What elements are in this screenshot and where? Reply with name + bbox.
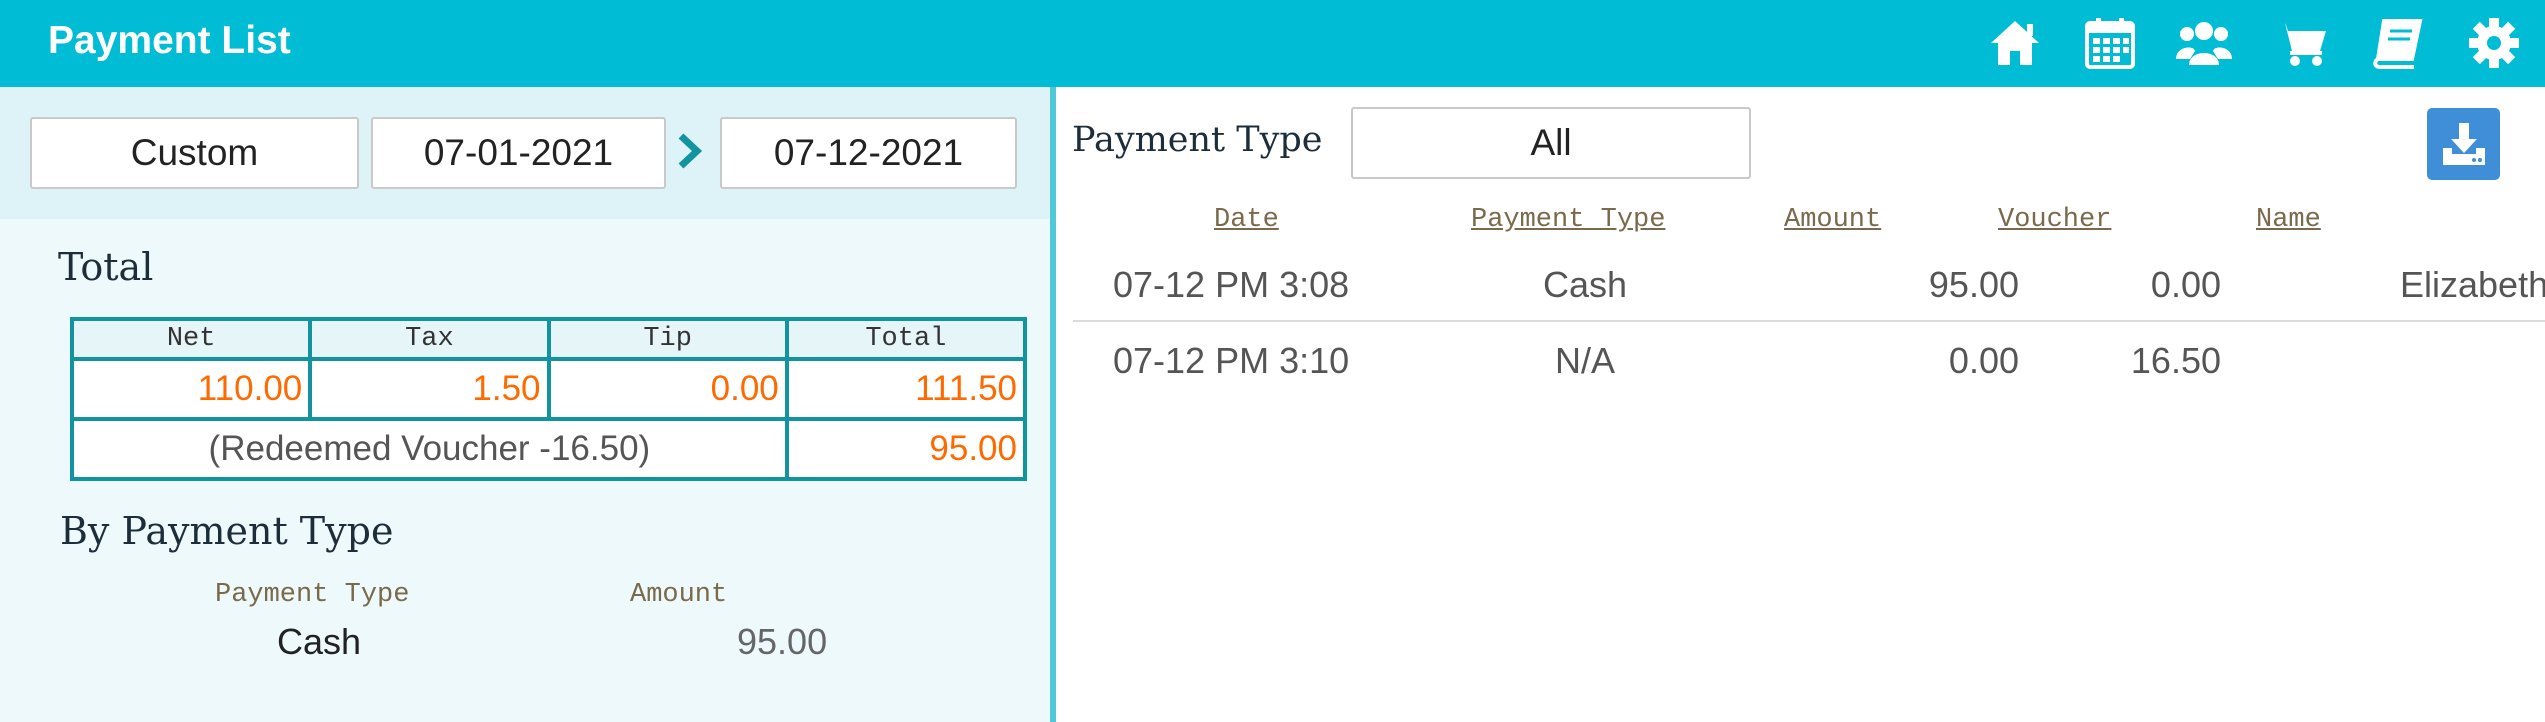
summary-panel: Custom 07-01-2021 07-12-2021 Total Net T… [0,87,1050,722]
amount-column-header[interactable]: Amount [1784,205,1881,235]
app-header: Payment List [0,0,2545,87]
payment-amount: 0.00 [1948,340,2019,381]
tip-value: 0.00 [546,357,789,421]
bpt-amount-value: 95.00 [737,621,828,662]
payments-panel: Payment Type All Date Payment Type Amoun… [1056,87,2545,722]
totals-title: Total [58,245,154,289]
date-column-header[interactable]: Date [1214,205,1279,235]
name-column-header[interactable]: Name [2256,205,2321,235]
book-icon[interactable] [2370,15,2426,71]
payment-type-filter-select[interactable]: All [1351,107,1751,179]
download-icon [2442,123,2485,165]
voucher-note: (Redeemed Voucher -16.50) [70,417,789,481]
chevron-right-icon [678,133,703,169]
payment-row[interactable]: 07-12 PM 3:10 N/A 0.00 16.50 [1073,324,2545,398]
totals-table: Net Tax Tip Total 110.00 1.50 0.00 111.5… [69,317,1028,481]
final-total-value: 95.00 [784,417,1028,481]
end-date-field[interactable]: 07-12-2021 [720,117,1017,189]
payment-date: 07-12 PM 3:10 [1113,340,1350,381]
gear-icon[interactable] [2466,15,2522,71]
page-title: Payment List [48,19,291,62]
tax-header: Tax [308,317,551,361]
bpt-type-header: Payment Type [215,580,410,610]
total-value: 111.50 [784,357,1028,421]
date-range-bar: Custom 07-01-2021 07-12-2021 [0,87,1050,219]
tip-header: Tip [546,317,789,361]
payment-row[interactable]: 07-12 PM 3:08 Cash 95.00 0.00 Elizabeth … [1073,248,2545,322]
payment-type: Cash [1542,264,1628,305]
home-icon[interactable] [1987,15,2043,71]
start-date-field[interactable]: 07-01-2021 [371,117,666,189]
payment-type-column-header[interactable]: Payment Type [1471,205,1665,235]
payment-type-filter-label: Payment Type [1072,120,1323,160]
payment-amount: 95.00 [1928,264,2019,305]
voucher-column-header[interactable]: Voucher [1998,205,2111,235]
payment-name: Elizabeth Wilson [2400,264,2545,305]
users-icon[interactable] [2176,15,2232,71]
period-select[interactable]: Custom [30,117,359,189]
payment-voucher: 16.50 [2130,340,2221,381]
bpt-amount-header: Amount [630,580,728,610]
bpt-type-value: Cash [277,621,362,662]
payment-voucher: 0.00 [2150,264,2221,305]
net-header: Net [69,317,313,361]
cart-icon[interactable] [2274,15,2330,71]
payment-date: 07-12 PM 3:08 [1113,264,1350,305]
net-value: 110.00 [69,357,313,421]
payment-type: N/A [1554,340,1616,381]
download-button[interactable] [2427,108,2500,180]
total-header: Total [784,317,1028,361]
calendar-icon[interactable] [2082,15,2138,71]
tax-value: 1.50 [308,357,551,421]
by-payment-type-title: By Payment Type [60,509,394,553]
